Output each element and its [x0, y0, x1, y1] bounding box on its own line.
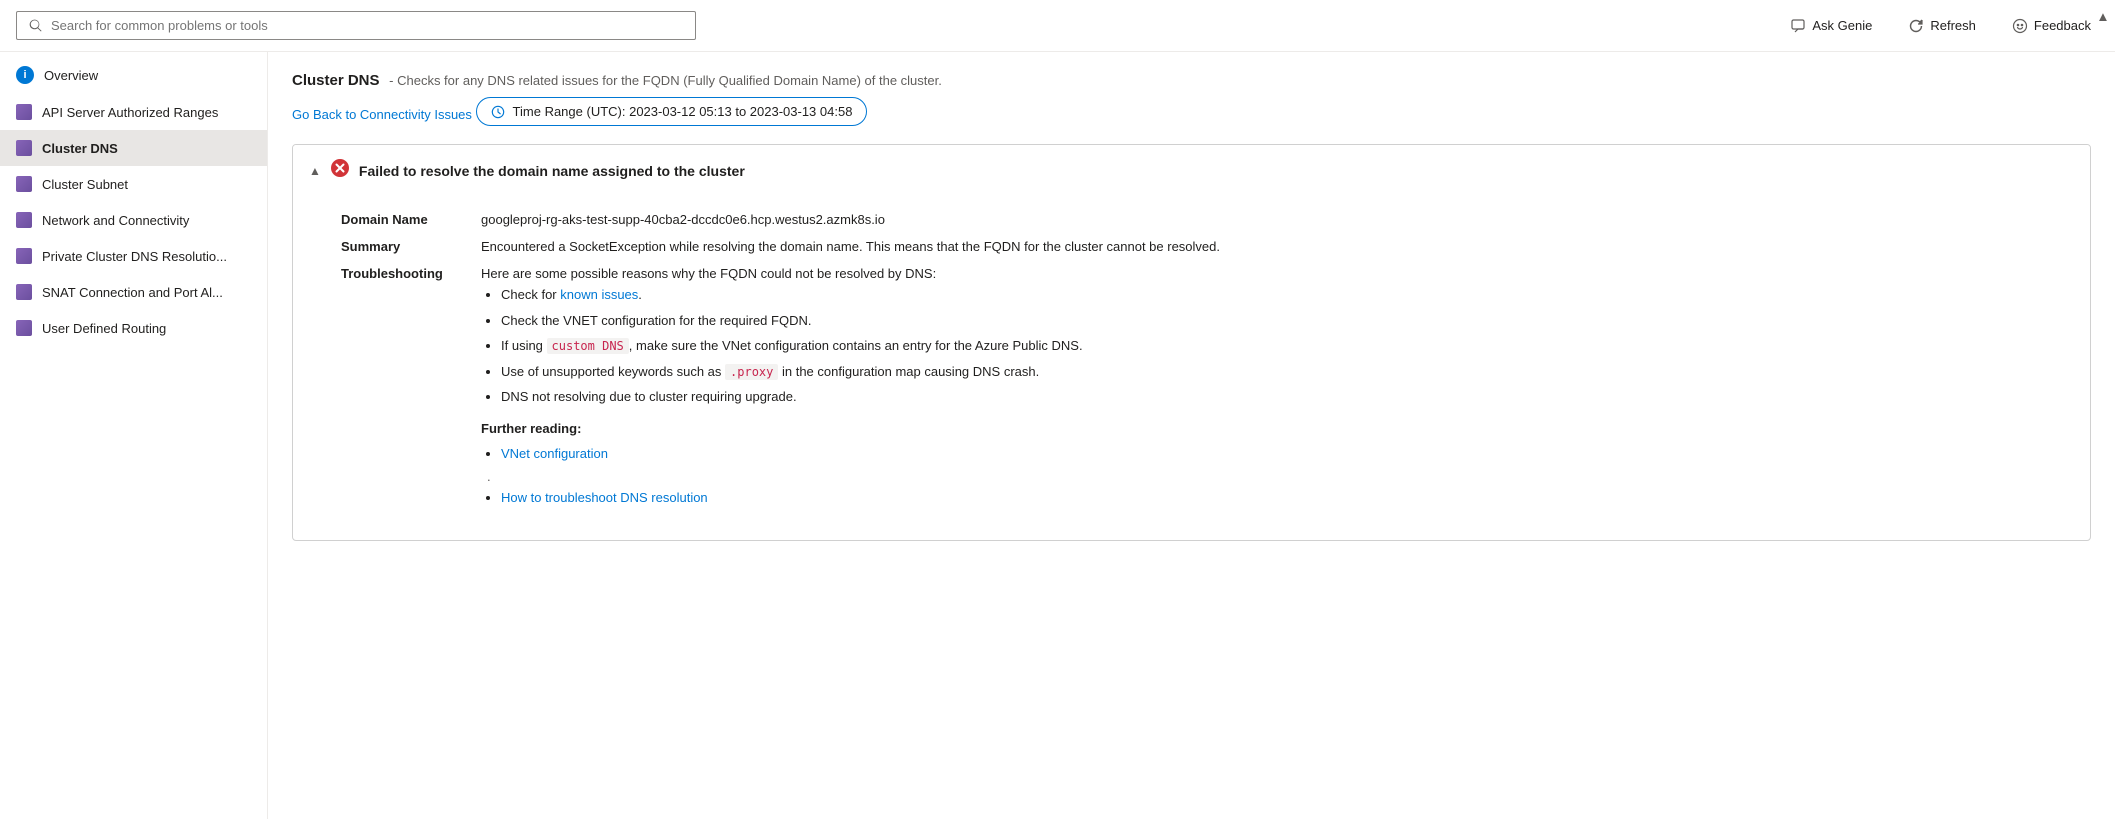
time-range-label: Time Range (UTC): 2023-03-12 05:13 to 20…: [513, 104, 853, 119]
proxy-code: .proxy: [725, 364, 778, 380]
feedback-icon: [2012, 18, 2028, 34]
sidebar-item-overview[interactable]: i Overview: [0, 56, 267, 94]
troubleshooting-intro: Here are some possible reasons why the F…: [481, 266, 2070, 281]
result-card-header[interactable]: ▲ Failed to resolve the domain name assi…: [293, 145, 2090, 196]
further-reading-list-2: How to troubleshoot DNS resolution: [481, 488, 2070, 508]
time-range-button[interactable]: Time Range (UTC): 2023-03-12 05:13 to 20…: [476, 97, 868, 126]
result-body: Domain Name googleproj-rg-aks-test-supp-…: [293, 196, 2090, 540]
known-issues-link[interactable]: known issues: [560, 287, 638, 302]
list-item: If using custom DNS, make sure the VNet …: [501, 336, 2070, 356]
topbar: Ask Genie Refresh Feedback: [0, 0, 2115, 52]
network-connectivity-icon: [16, 212, 32, 228]
sidebar-item-api-server[interactable]: API Server Authorized Ranges: [0, 94, 267, 130]
cluster-dns-icon: [16, 140, 32, 156]
feedback-button[interactable]: Feedback: [2004, 14, 2099, 38]
troubleshooting-row: Troubleshooting Here are some possible r…: [341, 260, 2070, 520]
sidebar-item-snat-label: SNAT Connection and Port Al...: [42, 285, 223, 300]
further-reading-label: Further reading:: [481, 421, 2070, 436]
list-item: Check for known issues.: [501, 285, 2070, 305]
ask-genie-button[interactable]: Ask Genie: [1782, 14, 1880, 38]
list-item: How to troubleshoot DNS resolution: [501, 488, 2070, 508]
refresh-icon: [1908, 18, 1924, 34]
domain-name-label: Domain Name: [341, 206, 481, 233]
summary-row: Summary Encountered a SocketException wh…: [341, 233, 2070, 260]
list-item: DNS not resolving due to cluster requiri…: [501, 387, 2070, 407]
overview-icon: i: [16, 66, 34, 84]
sidebar-item-cluster-subnet[interactable]: Cluster Subnet: [0, 166, 267, 202]
domain-name-row: Domain Name googleproj-rg-aks-test-supp-…: [341, 206, 2070, 233]
dns-troubleshoot-link[interactable]: How to troubleshoot DNS resolution: [501, 490, 708, 505]
sidebar-item-private-cluster[interactable]: Private Cluster DNS Resolutio...: [0, 238, 267, 274]
search-icon: [29, 19, 43, 33]
sidebar-item-overview-label: Overview: [44, 68, 98, 83]
sidebar-item-cluster-subnet-label: Cluster Subnet: [42, 177, 128, 192]
summary-value: Encountered a SocketException while reso…: [481, 233, 2070, 260]
sidebar-item-api-server-label: API Server Authorized Ranges: [42, 105, 218, 120]
sidebar-item-cluster-dns-label: Cluster DNS: [42, 141, 118, 156]
list-item: VNet configuration: [501, 444, 2070, 464]
sidebar-item-cluster-dns[interactable]: Cluster DNS: [0, 130, 267, 166]
main-content: Cluster DNS - Checks for any DNS related…: [268, 52, 2115, 819]
sidebar-item-network-connectivity[interactable]: Network and Connectivity: [0, 202, 267, 238]
layout: ▲ i Overview API Server Authorized Range…: [0, 52, 2115, 819]
list-item: Check the VNET configuration for the req…: [501, 311, 2070, 331]
summary-label: Summary: [341, 233, 481, 260]
page-header: Cluster DNS - Checks for any DNS related…: [292, 72, 2091, 89]
refresh-button[interactable]: Refresh: [1900, 14, 1984, 38]
page-subtitle: - Checks for any DNS related issues for …: [389, 73, 942, 88]
user-routing-icon: [16, 320, 32, 336]
result-card: ▲ Failed to resolve the domain name assi…: [292, 144, 2091, 541]
sidebar-item-private-cluster-label: Private Cluster DNS Resolutio...: [42, 249, 227, 264]
collapse-chevron-icon: ▲: [309, 164, 321, 178]
sidebar-item-snat[interactable]: SNAT Connection and Port Al...: [0, 274, 267, 310]
result-table: Domain Name googleproj-rg-aks-test-supp-…: [341, 206, 2070, 520]
vnet-config-link[interactable]: VNet configuration: [501, 446, 608, 461]
troubleshooting-list: Check for known issues. Check the VNET c…: [481, 285, 2070, 407]
sidebar-item-user-routing-label: User Defined Routing: [42, 321, 166, 336]
domain-name-value: googleproj-rg-aks-test-supp-40cba2-dccdc…: [481, 206, 2070, 233]
troubleshooting-label: Troubleshooting: [341, 260, 481, 520]
cluster-subnet-icon: [16, 176, 32, 192]
list-item: Use of unsupported keywords such as .pro…: [501, 362, 2070, 382]
snat-icon: [16, 284, 32, 300]
clock-icon: [491, 105, 505, 119]
feedback-label: Feedback: [2034, 18, 2091, 33]
custom-dns-code: custom DNS: [547, 338, 629, 354]
page-title: Cluster DNS: [292, 72, 380, 89]
sidebar-item-network-connectivity-label: Network and Connectivity: [42, 213, 189, 228]
private-cluster-icon: [16, 248, 32, 264]
sidebar-item-user-routing[interactable]: User Defined Routing: [0, 310, 267, 346]
error-icon: [331, 159, 349, 182]
search-box[interactable]: [16, 11, 696, 40]
topbar-actions: Ask Genie Refresh Feedback: [1782, 14, 2099, 38]
back-link[interactable]: Go Back to Connectivity Issues: [292, 107, 472, 122]
ask-genie-label: Ask Genie: [1812, 18, 1872, 33]
search-input[interactable]: [51, 18, 683, 33]
refresh-label: Refresh: [1930, 18, 1976, 33]
sidebar: ▲ i Overview API Server Authorized Range…: [0, 52, 268, 819]
api-server-icon: [16, 104, 32, 120]
ask-genie-icon: [1790, 18, 1806, 34]
further-reading-list: VNet configuration: [481, 444, 2070, 464]
troubleshooting-content: Here are some possible reasons why the F…: [481, 260, 2070, 520]
result-card-title: Failed to resolve the domain name assign…: [359, 163, 745, 179]
separator: .: [487, 469, 2070, 484]
